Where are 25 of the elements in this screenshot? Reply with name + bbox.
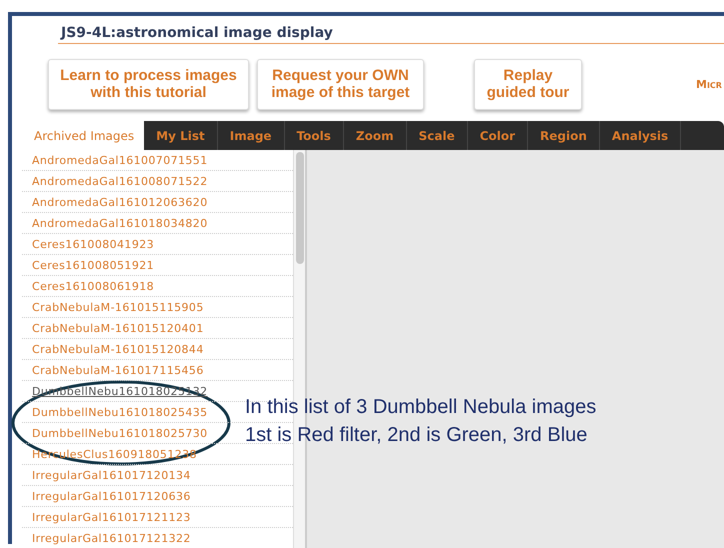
tutorial-button[interactable]: Replay guided tour: [474, 58, 582, 110]
annotation-text: 1st is Red filter, 2nd is Green, 3rd Blue: [245, 423, 588, 448]
image-list-item[interactable]: IrregularGal161017120134: [32, 468, 191, 482]
image-list-item[interactable]: CrabNebulaM-161017115456: [32, 364, 204, 376]
image-list-item[interactable]: IrregularGal161017120636: [32, 490, 191, 502]
tab[interactable]: Archived Images: [22, 121, 144, 150]
image-list-item[interactable]: DumbbellNebu161018025730: [32, 426, 208, 440]
image-list-item[interactable]: IrregularGal161017121123: [32, 510, 191, 524]
image-list-item[interactable]: AndromedaGal161012063620: [32, 196, 208, 208]
image-list-item[interactable]: Ceres161008051921: [32, 258, 154, 272]
image-list-item[interactable]: Ceres161008041923: [32, 238, 154, 250]
image-list-item[interactable]: CrabNebulaM-161015120844: [32, 342, 204, 356]
tutorial-button[interactable]: Request your OWN image of this target: [257, 58, 424, 110]
image-list-item[interactable]: IrregularGal161017121322: [32, 532, 191, 544]
tutorial-button[interactable]: Learn to process images with this tutorial: [48, 58, 249, 110]
image-list-item[interactable]: AndromedaGal161018034820: [32, 216, 208, 230]
annotation-text: In this list of 3 Dumbbell Nebula images: [245, 395, 596, 420]
image-list-item[interactable]: AndromedaGal161007071551: [32, 154, 208, 166]
image-list-item[interactable]: Ceres161008061918: [32, 280, 154, 292]
header-text: Micr: [696, 78, 722, 90]
image-list-item[interactable]: CrabNebulaM-161015115905: [32, 300, 204, 314]
image-list-item[interactable]: AndromedaGal161008071522: [32, 174, 208, 188]
image-list-item[interactable]: CrabNebulaM-161015120401: [32, 322, 204, 334]
page-title: JS9-4L:astronomical image display: [58, 25, 724, 44]
image-list-item[interactable]: DumbbellNebu161018025435: [32, 406, 208, 418]
